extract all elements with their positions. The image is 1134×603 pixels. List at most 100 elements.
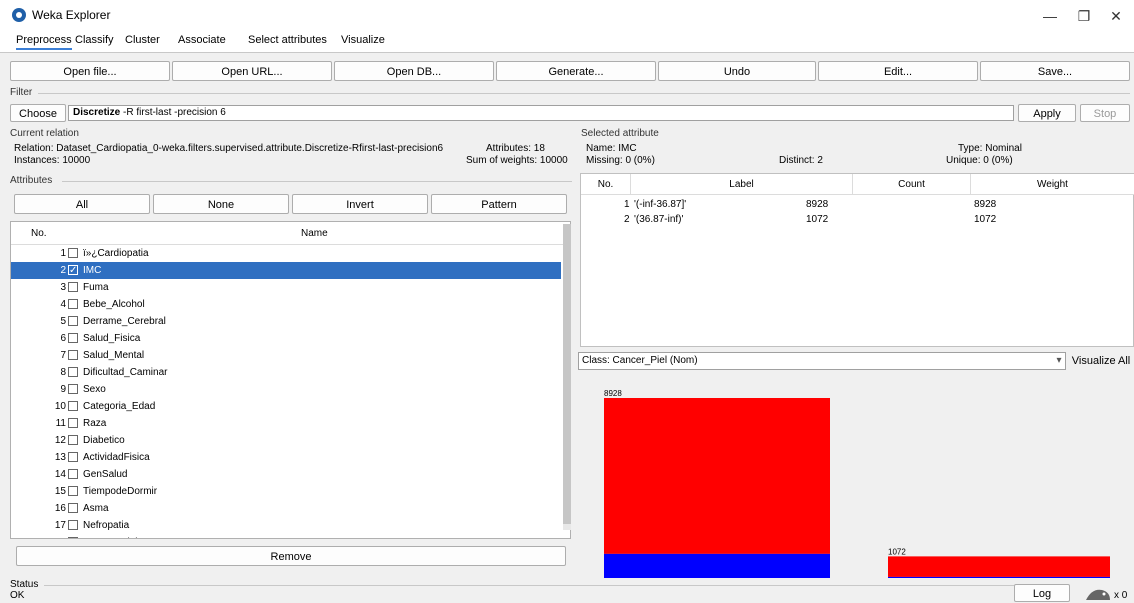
window-title: Weka Explorer bbox=[32, 8, 111, 22]
chevron-down-icon[interactable]: ▾ bbox=[1052, 352, 1066, 370]
running-tasks-count: x 0 bbox=[1114, 590, 1128, 601]
attribute-name: ActividadFisica bbox=[83, 452, 150, 463]
attribute-row[interactable]: 15 TiempodeDormir bbox=[11, 483, 561, 500]
attribute-row[interactable]: 6 Salud_Fisica bbox=[11, 330, 561, 347]
label-row-label: '(36.87-inf)' bbox=[634, 214, 684, 225]
open-url-button[interactable]: Open URL... bbox=[172, 61, 332, 81]
tab-classify[interactable]: Classify bbox=[75, 34, 114, 46]
title-bar bbox=[0, 0, 1134, 30]
log-button[interactable]: Log bbox=[1014, 584, 1070, 602]
attribute-row[interactable]: 5 Derrame_Cerebral bbox=[11, 313, 561, 330]
attribute-checkbox[interactable] bbox=[68, 299, 78, 309]
attribute-row[interactable]: 10 Categoria_Edad bbox=[11, 398, 561, 415]
attribute-name: Diabetico bbox=[83, 435, 125, 446]
attribute-name: GenSalud bbox=[83, 469, 128, 480]
attribute-name: Fuma bbox=[83, 282, 109, 293]
attribute-list-scrollbar-thumb[interactable] bbox=[563, 224, 571, 524]
attribute-row[interactable]: 1 ï»¿Cardiopatia bbox=[11, 245, 561, 262]
pattern-button[interactable]: Pattern bbox=[431, 194, 567, 214]
attribute-row[interactable]: 4 Bebe_Alcohol bbox=[11, 296, 561, 313]
attribute-row-number: 15 bbox=[54, 486, 66, 497]
tab-select-attributes[interactable]: Select attributes bbox=[248, 34, 327, 46]
attribute-checkbox[interactable] bbox=[68, 520, 78, 530]
attribute-row[interactable]: 13 ActividadFisica bbox=[11, 449, 561, 466]
attribute-row[interactable]: 18 Cancer_Piel bbox=[11, 534, 561, 538]
class-attribute-select[interactable]: Class: Cancer_Piel (Nom) bbox=[578, 352, 1066, 370]
status-message: OK bbox=[10, 590, 25, 601]
bar-1-bottom bbox=[888, 576, 1110, 578]
attribute-checkbox[interactable] bbox=[68, 316, 78, 326]
attribute-row[interactable]: 3 Fuma bbox=[11, 279, 561, 296]
select-all-button[interactable]: All bbox=[14, 194, 150, 214]
attribute-row-number: 18 bbox=[11, 534, 66, 538]
filter-field[interactable]: Discretize -R first-last -precision 6 bbox=[68, 105, 1014, 121]
attribute-checkbox[interactable] bbox=[68, 452, 78, 462]
attribute-checkbox[interactable] bbox=[68, 418, 78, 428]
attribute-checkbox[interactable] bbox=[68, 401, 78, 411]
minimize-button[interactable]: — bbox=[1032, 5, 1068, 27]
attribute-name: Bebe_Alcohol bbox=[83, 299, 145, 310]
label-row-weight: 1072 bbox=[974, 214, 997, 225]
weka-logo-icon bbox=[12, 8, 26, 22]
attribute-checkbox[interactable] bbox=[68, 384, 78, 394]
open-file-button[interactable]: Open file... bbox=[10, 61, 170, 81]
attribute-checkbox[interactable] bbox=[68, 503, 78, 513]
attribute-row[interactable]: 16 Asma bbox=[11, 500, 561, 517]
invert-selection-button[interactable]: Invert bbox=[292, 194, 428, 214]
column-header-no[interactable]: No. bbox=[31, 228, 47, 239]
attribute-row[interactable]: 8 Dificultad_Caminar bbox=[11, 364, 561, 381]
filter-options: -R first-last -precision 6 bbox=[123, 107, 226, 118]
attribute-checkbox[interactable] bbox=[68, 333, 78, 343]
attribute-row-number: 1 bbox=[60, 248, 66, 259]
apply-button[interactable]: Apply bbox=[1018, 104, 1076, 122]
edit-button[interactable]: Edit... bbox=[818, 61, 978, 81]
generate-button[interactable]: Generate... bbox=[496, 61, 656, 81]
weka-bird-icon[interactable] bbox=[1084, 586, 1112, 602]
tab-preprocess[interactable]: Preprocess bbox=[16, 34, 72, 50]
attribute-row[interactable]: 14 GenSalud bbox=[11, 466, 561, 483]
column-header-name[interactable]: Name bbox=[301, 228, 328, 239]
filter-group-label: Filter bbox=[10, 87, 33, 98]
choose-filter-button[interactable]: Choose bbox=[10, 104, 66, 122]
close-button[interactable]: ✕ bbox=[1098, 5, 1134, 27]
column-header-no[interactable]: No. bbox=[581, 174, 631, 195]
label-stats-table[interactable]: No. Label Count Weight 1 '(-inf-36.87]' … bbox=[580, 173, 1134, 347]
maximize-button[interactable]: ❐ bbox=[1066, 5, 1102, 27]
tab-visualize[interactable]: Visualize bbox=[341, 34, 385, 46]
attribute-checkbox[interactable] bbox=[68, 435, 78, 445]
select-none-button[interactable]: None bbox=[153, 194, 289, 214]
attribute-checkbox[interactable] bbox=[68, 262, 78, 279]
attribute-checkbox[interactable] bbox=[68, 367, 78, 377]
bar-0-bottom bbox=[604, 553, 830, 578]
attribute-row[interactable]: 9 Sexo bbox=[11, 381, 561, 398]
attribute-name: Raza bbox=[83, 418, 107, 429]
remove-button[interactable]: Remove bbox=[16, 546, 566, 566]
attribute-name: Cancer_Piel bbox=[83, 534, 137, 538]
attribute-row[interactable]: 17 Nefropatia bbox=[11, 517, 561, 534]
open-db-button[interactable]: Open DB... bbox=[334, 61, 494, 81]
save-button[interactable]: Save... bbox=[980, 61, 1130, 81]
tab-cluster[interactable]: Cluster bbox=[125, 34, 160, 46]
attribute-checkbox[interactable] bbox=[68, 537, 78, 538]
current-relation-label: Current relation bbox=[10, 128, 79, 139]
attribute-checkbox[interactable] bbox=[68, 248, 78, 258]
undo-button[interactable]: Undo bbox=[658, 61, 816, 81]
attribute-row[interactable]: 11 Raza bbox=[11, 415, 561, 432]
attribute-row-number: 13 bbox=[54, 452, 66, 463]
attribute-row[interactable]: 12 Diabetico bbox=[11, 432, 561, 449]
attribute-list[interactable]: No. Name 1 ï»¿Cardiopatia 2 IMC 3 Fuma 4 Bebe_A… bbox=[10, 221, 571, 539]
attributes-divider bbox=[62, 181, 572, 182]
visualize-all-button[interactable]: Visualize All bbox=[1068, 352, 1134, 370]
attribute-row[interactable]: 2 IMC bbox=[11, 262, 561, 279]
attribute-checkbox[interactable] bbox=[68, 469, 78, 479]
attribute-checkbox[interactable] bbox=[68, 350, 78, 360]
column-header-count[interactable]: Count bbox=[853, 174, 971, 195]
column-header-label[interactable]: Label bbox=[631, 174, 853, 195]
attribute-checkbox[interactable] bbox=[68, 282, 78, 292]
attribute-row[interactable]: 7 Salud_Mental bbox=[11, 347, 561, 364]
column-header-weight[interactable]: Weight bbox=[971, 174, 1134, 195]
bar-0-top bbox=[604, 398, 830, 554]
status-divider bbox=[44, 585, 1014, 586]
tab-associate[interactable]: Associate bbox=[178, 34, 226, 46]
attribute-checkbox[interactable] bbox=[68, 486, 78, 496]
